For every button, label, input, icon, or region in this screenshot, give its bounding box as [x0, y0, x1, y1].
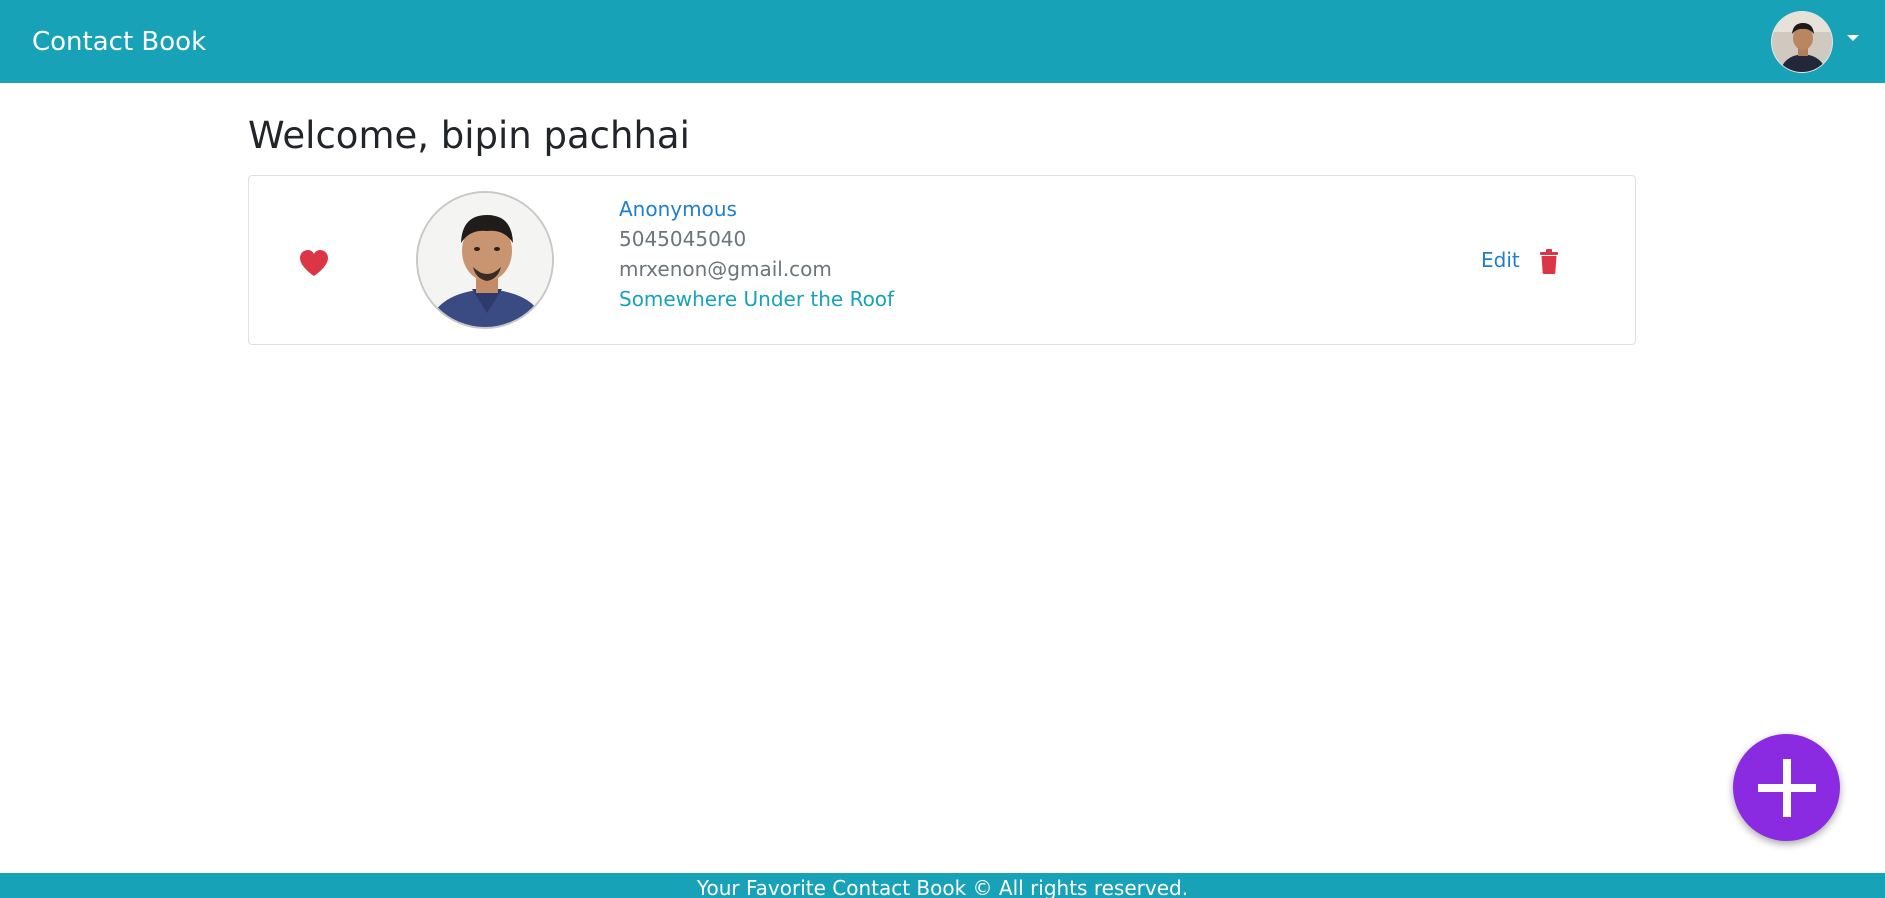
contact-card: Anonymous 5045045040 mrxenon@gmail.com S…	[248, 175, 1636, 345]
user-menu-toggle[interactable]	[1771, 10, 1859, 73]
trash-icon[interactable]	[1539, 249, 1559, 274]
brand-link[interactable]: Contact Book	[32, 27, 206, 57]
navbar: Contact Book	[0, 0, 1885, 83]
contact-address: Somewhere Under the Roof	[619, 287, 895, 311]
welcome-heading: Welcome, bipin pachhai	[248, 114, 690, 157]
caret-down-icon[interactable]	[1847, 34, 1859, 41]
user-avatar[interactable]	[1771, 10, 1833, 73]
footer-text: Your Favorite Contact Book © All rights …	[696, 876, 1189, 898]
contact-info: Anonymous 5045045040 mrxenon@gmail.com S…	[619, 194, 894, 314]
contact-name[interactable]: Anonymous	[619, 194, 894, 224]
contact-phone: 5045045040	[619, 227, 747, 251]
contact-email: mrxenon@gmail.com	[619, 257, 832, 281]
add-contact-button[interactable]	[1733, 734, 1840, 841]
heart-icon[interactable]	[299, 249, 329, 277]
edit-button[interactable]: Edit	[1481, 248, 1520, 272]
footer: Your Favorite Contact Book © All rights …	[0, 873, 1885, 898]
plus-icon	[1757, 758, 1816, 817]
contact-photo	[416, 191, 554, 329]
